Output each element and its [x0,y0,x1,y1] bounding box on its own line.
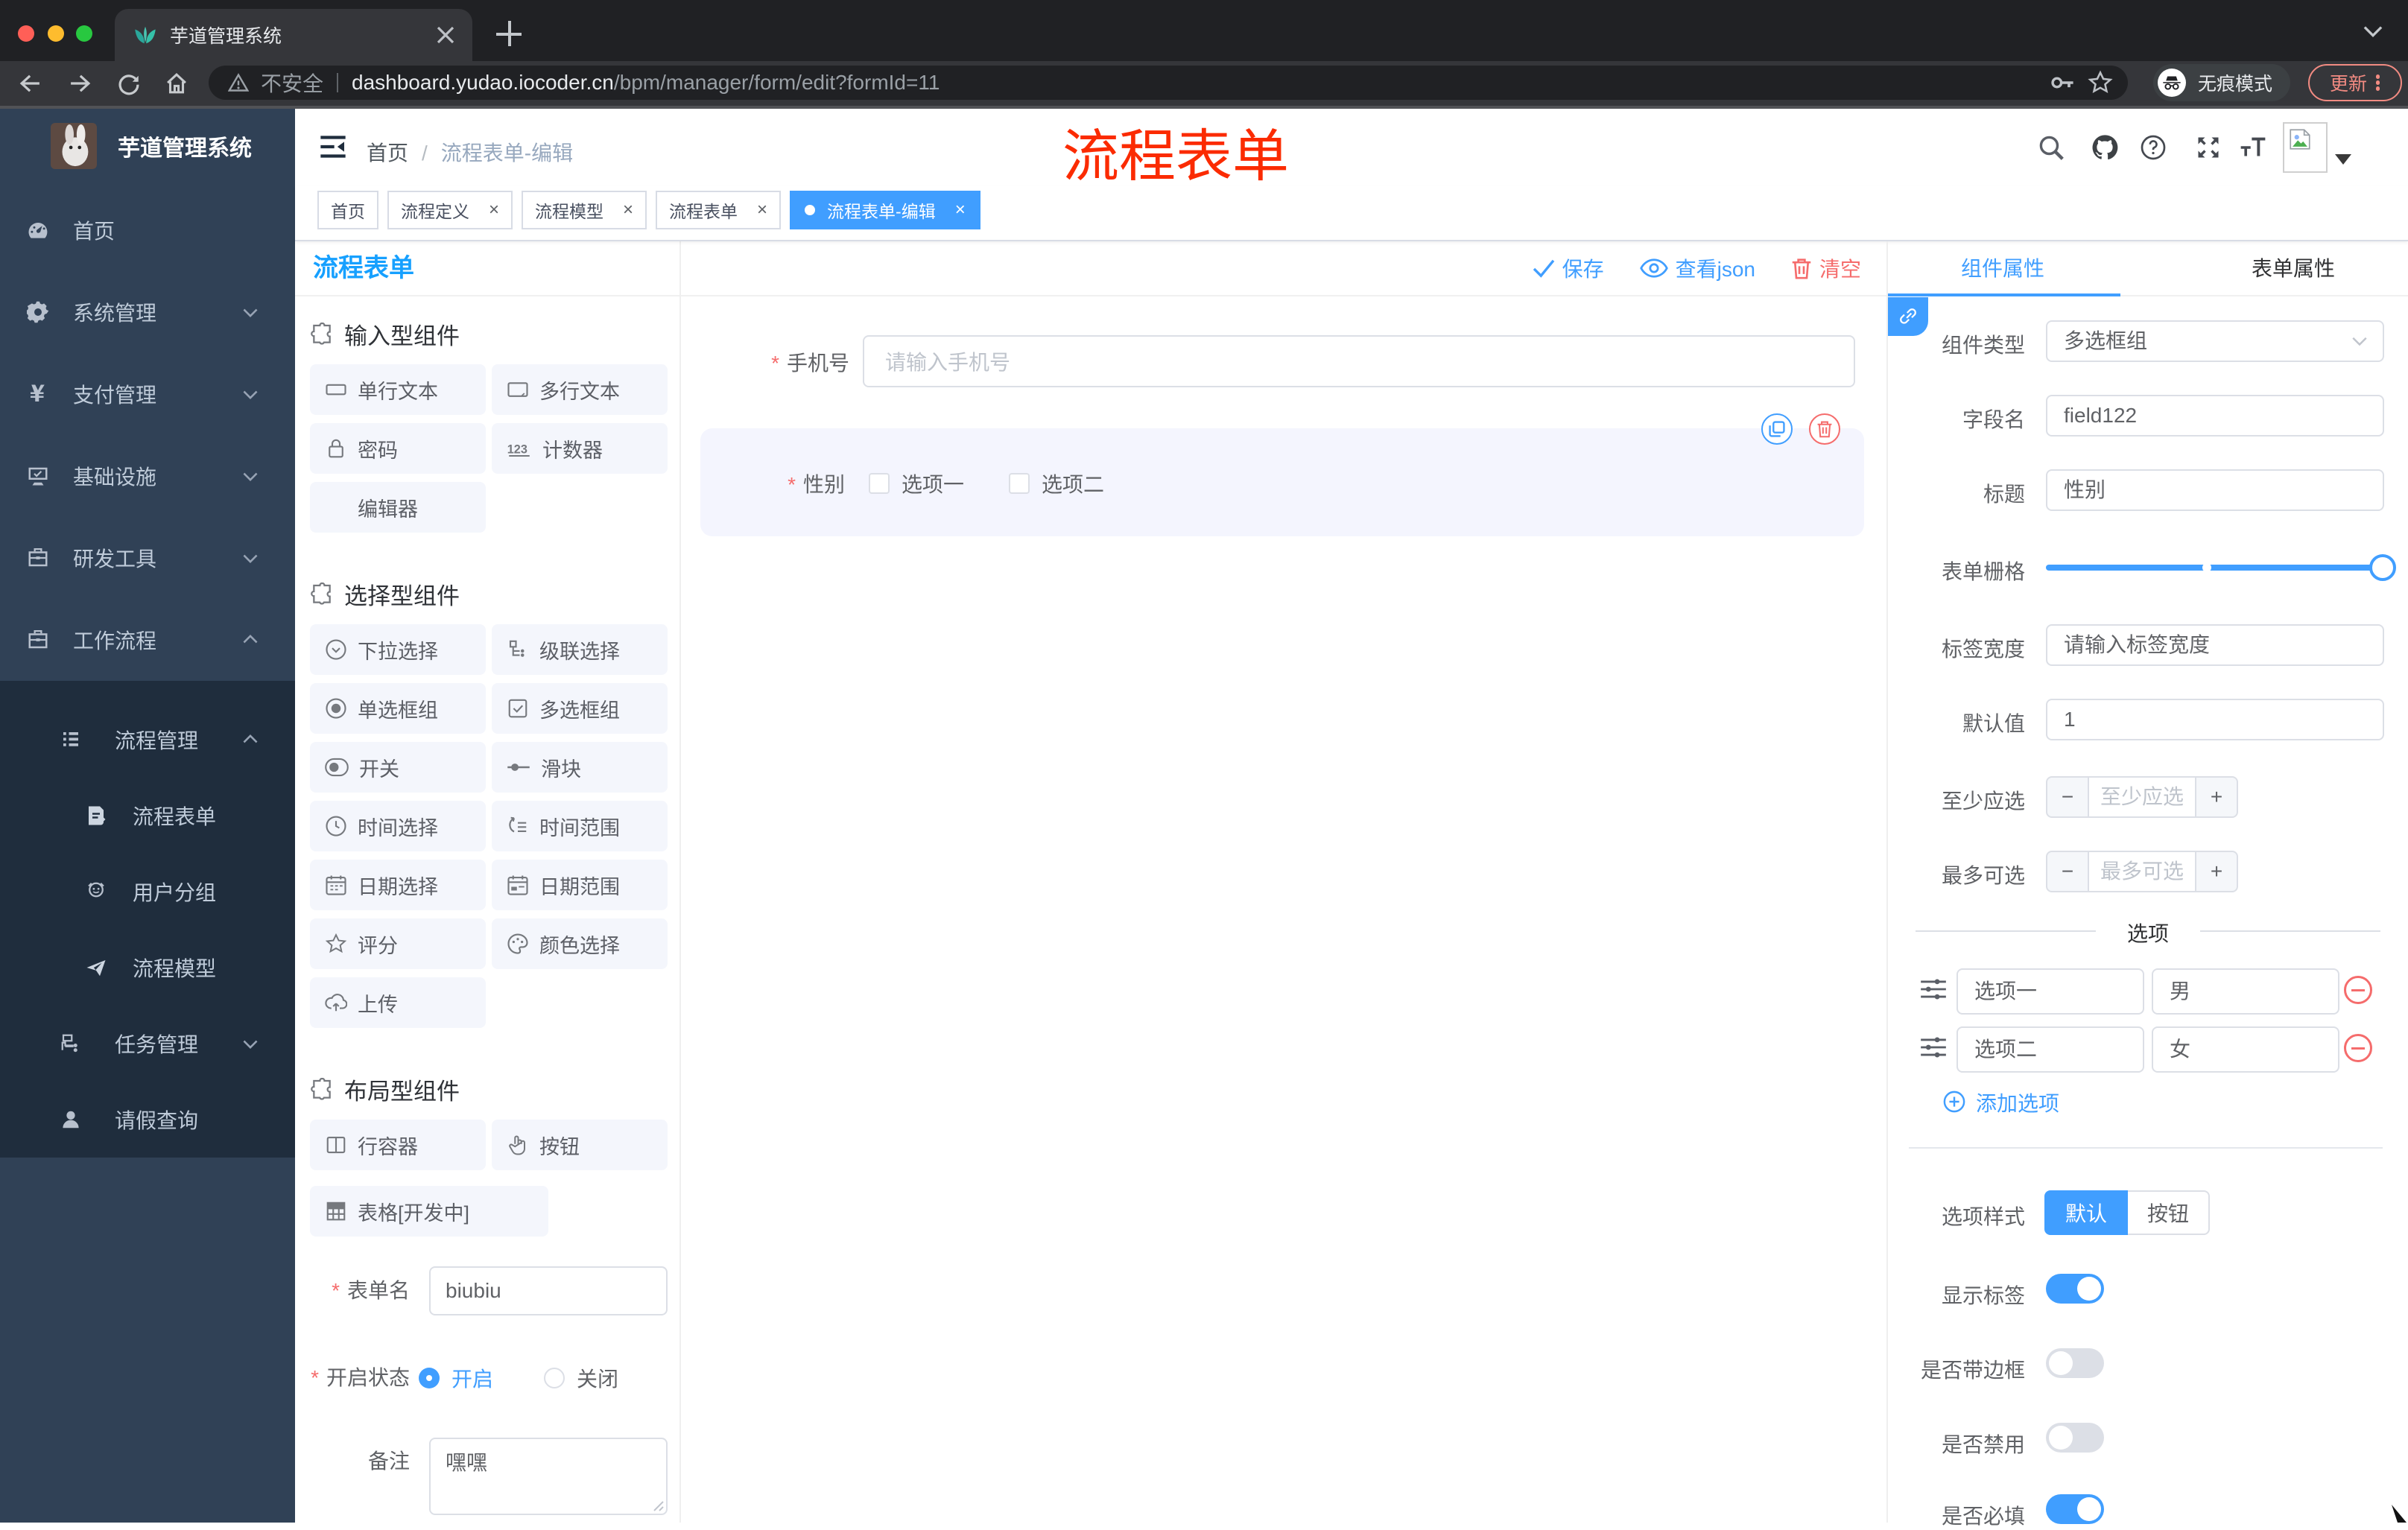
svg-text:123: 123 [507,442,527,456]
